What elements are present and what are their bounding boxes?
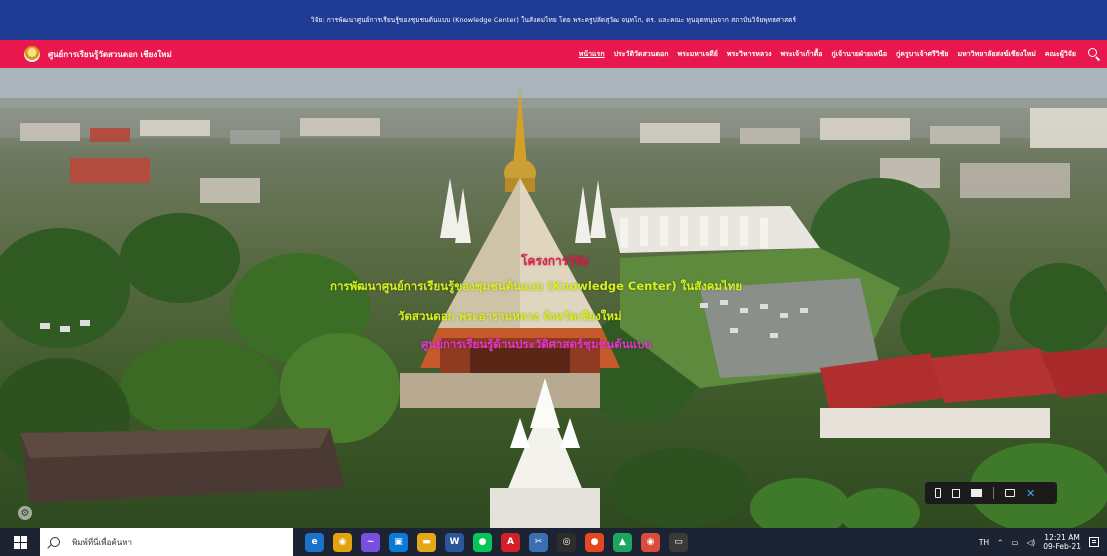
close-icon[interactable]: ✕	[1026, 488, 1035, 499]
tablet-view-icon[interactable]	[952, 488, 960, 498]
word-icon[interactable]: W	[445, 532, 464, 552]
main-navbar: ศูนย์การเรียนรู้วัดสวนดอก เชียงใหม่ หน้า…	[0, 40, 1107, 68]
nav-item-kruba-stupa[interactable]: กู่ครูบาเจ้าศรีวิชัย	[896, 49, 948, 60]
nav-item-buddha-image[interactable]: พระเจ้าเก้าตื้อ	[781, 49, 823, 60]
comment-icon[interactable]	[1005, 489, 1015, 497]
volume-icon[interactable]: ◁)	[1027, 538, 1036, 547]
chrome2-icon[interactable]: ◉	[641, 532, 660, 552]
nav-item-royal-stupas[interactable]: กู่เจ้านายฝ่ายเหนือ	[831, 49, 887, 60]
hero-banner: โครงการวิจัย การพัฒนาศูนย์การเรียนรู้ของ…	[0, 68, 1107, 528]
nav-item-researchers[interactable]: คณะผู้วิจัย	[1045, 49, 1076, 60]
hero-line-title: การพัฒนาศูนย์การเรียนรู้ของชุมชนต้นแบบ (…	[330, 279, 743, 293]
network-icon[interactable]: ▭	[1011, 538, 1018, 547]
hero-text-overlay: โครงการวิจัย การพัฒนาศูนย์การเรียนรู้ของ…	[0, 68, 1107, 528]
nav-item-university[interactable]: มหาวิทยาลัยสงฆ์เชียงใหม่	[958, 49, 1036, 60]
chrome-icon[interactable]: ◉	[333, 532, 352, 552]
snip-icon[interactable]: ✂	[529, 532, 548, 552]
line-icon[interactable]: ●	[473, 532, 492, 552]
responsive-preview-toolbar: ✕	[925, 482, 1057, 504]
photos-icon[interactable]: ▭	[669, 532, 688, 552]
app-circle-icon[interactable]: ◎	[557, 532, 576, 552]
windows-logo-icon	[13, 535, 27, 549]
nav-item-great-stupa[interactable]: พระมหาเจดีย์	[677, 49, 717, 60]
windows-taskbar: พิมพ์ที่นี่เพื่อค้นหา e ◉ ~ ▣ ▬ W ● A ✂ ◎ ● ▲ ◉ ▭ TH …	[0, 528, 1107, 556]
clock-date: 09-Feb-21	[1043, 542, 1081, 551]
search-icon[interactable]	[1087, 47, 1101, 61]
drive-icon[interactable]: ▲	[613, 532, 632, 552]
nav-menu: หน้าแรก ประวัติวัดสวนดอก พระมหาเจดีย์ พร…	[579, 47, 1107, 61]
hero-line-center: ศูนย์การเรียนรู้ด้านประวัติศาสตร์ชุมชนต้…	[421, 337, 652, 351]
hero-line-temple: วัดสวนดอก พระอารามหลวง จังหวัดเชียงใหม่	[398, 309, 622, 323]
taskbar-app-list: e ◉ ~ ▣ ▬ W ● A ✂ ◎ ● ▲ ◉ ▭	[305, 528, 688, 556]
notification-icon[interactable]	[1089, 537, 1099, 547]
announcement-text: วิจัย: การพัฒนาศูนย์การเรียนรู้ของชุมชนต…	[310, 16, 797, 24]
site-title[interactable]: ศูนย์การเรียนรู้วัดสวนดอก เชียงใหม่	[48, 48, 172, 61]
nav-item-viharn[interactable]: พระวิหารหลวง	[727, 49, 772, 60]
settings-gear-icon[interactable]: ⚙	[18, 506, 32, 520]
announcement-bar: วิจัย: การพัฒนาศูนย์การเรียนรู้ของชุมชนต…	[0, 0, 1107, 40]
paint-icon[interactable]: ●	[585, 532, 604, 552]
taskbar-search-icon	[50, 537, 60, 547]
nav-item-home[interactable]: หน้าแรก	[579, 49, 605, 60]
taskbar-search-input[interactable]: พิมพ์ที่นี่เพื่อค้นหา	[40, 528, 293, 556]
language-indicator[interactable]: TH	[979, 538, 989, 547]
site-logo-icon[interactable]	[24, 46, 40, 62]
system-tray: TH ⌃ ▭ ◁) 12:21 AM 09-Feb-21	[979, 528, 1107, 556]
messenger-icon[interactable]: ~	[361, 532, 380, 552]
hero-line-project: โครงการวิจัย	[521, 254, 590, 268]
store-icon[interactable]: ▣	[389, 532, 408, 552]
toolbar-divider	[993, 487, 994, 499]
acrobat-icon[interactable]: A	[501, 532, 520, 552]
start-button[interactable]	[0, 528, 40, 556]
mobile-view-icon[interactable]	[935, 488, 941, 498]
nav-item-history[interactable]: ประวัติวัดสวนดอก	[614, 49, 669, 60]
edge-icon[interactable]: e	[305, 532, 324, 552]
chevron-up-icon[interactable]: ⌃	[997, 538, 1003, 547]
file-explorer-icon[interactable]: ▬	[417, 532, 436, 552]
clock-time: 12:21 AM	[1044, 532, 1080, 542]
taskbar-clock[interactable]: 12:21 AM 09-Feb-21	[1043, 533, 1081, 552]
desktop-view-icon[interactable]	[971, 489, 982, 497]
browser-page: วิจัย: การพัฒนาศูนย์การเรียนรู้ของชุมชนต…	[0, 0, 1107, 556]
taskbar-search-placeholder: พิมพ์ที่นี่เพื่อค้นหา	[72, 537, 132, 547]
